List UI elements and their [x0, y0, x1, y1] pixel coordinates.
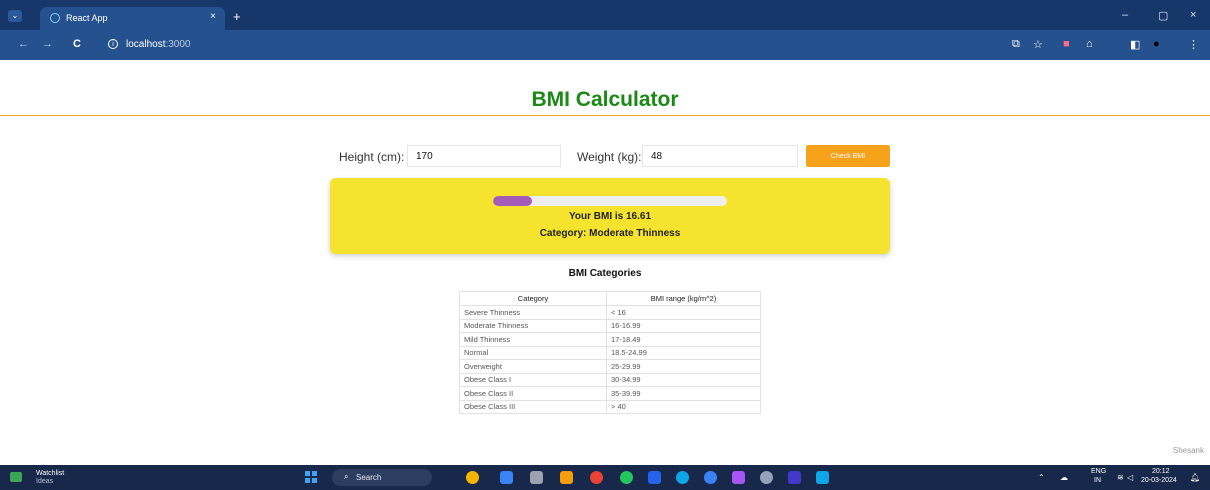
tab-close-icon[interactable]: ×: [210, 11, 216, 22]
table-cell-range: 35-39.99: [606, 386, 761, 401]
chrome-app-icon[interactable]: [590, 471, 603, 484]
volume-icon[interactable]: ◁: [1127, 473, 1133, 482]
reload-button[interactable]: C: [73, 38, 81, 50]
taskbar-search-label: Search: [356, 473, 382, 482]
table-cell-range: < 16: [606, 305, 761, 320]
table-cell-category: Moderate Thinness: [459, 318, 607, 333]
premiere-pro-icon[interactable]: [788, 471, 801, 484]
vscode-app-icon[interactable]: [816, 471, 829, 484]
edge-app-icon[interactable]: [676, 471, 689, 484]
language-region: IN: [1094, 477, 1101, 484]
tab-search-icon[interactable]: ⌄: [8, 10, 22, 22]
chat-app-icon[interactable]: [620, 471, 633, 484]
store-app-icon[interactable]: [648, 471, 661, 484]
bmi-categories-table: Category BMI range (kg/m^2) Severe Thinn…: [459, 291, 761, 414]
table-cell-range: > 40: [606, 399, 761, 414]
side-panel-icon[interactable]: ◧: [1130, 38, 1140, 51]
page-title: BMI Calculator: [531, 88, 679, 111]
taskbar-search[interactable]: ⌕ Search: [332, 469, 432, 486]
back-button[interactable]: ←: [18, 38, 29, 50]
table-cell-range: 18.5-24.99: [606, 345, 761, 360]
react-favicon-icon: [50, 13, 60, 23]
table-cell-range: 17-18.49: [606, 332, 761, 347]
task-view-icon[interactable]: [530, 471, 543, 484]
table-row: Mild Thinness 17-18.49: [459, 332, 761, 347]
table-row: Overweight 25-29.99: [459, 359, 761, 374]
table-cell-range: 25-29.99: [606, 359, 761, 374]
table-cell-category: Obese Class III: [459, 399, 607, 414]
bookmark-star-icon[interactable]: ☆: [1033, 38, 1043, 51]
table-cell-category: Mild Thinness: [459, 332, 607, 347]
clock-time[interactable]: 20:12: [1152, 468, 1170, 475]
watchlist-subtitle: Ideas: [36, 478, 54, 485]
height-label: Height (cm):: [339, 150, 405, 164]
minimize-button[interactable]: –: [1122, 9, 1128, 21]
bmi-result-card: Your BMI is 16.61 Category: Moderate Thi…: [330, 178, 890, 254]
extension-icon[interactable]: ■: [1063, 38, 1070, 50]
new-tab-button[interactable]: +: [233, 9, 241, 24]
table-header-range: BMI range (kg/m^2): [606, 291, 761, 306]
bmi-progress-bar: [493, 196, 727, 206]
table-header-category: Category: [459, 291, 607, 306]
copilot-app-icon[interactable]: [500, 471, 513, 484]
notification-bell-icon[interactable]: 🔔︎: [1190, 473, 1200, 482]
watchlist-widget-icon[interactable]: [10, 472, 22, 482]
categories-heading: BMI Categories: [568, 268, 642, 279]
table-cell-category: Normal: [459, 345, 607, 360]
table-row: Obese Class I 30-34.99: [459, 372, 761, 387]
table-row: Obese Class III > 40: [459, 399, 761, 414]
browser-tabstrip: ⌄ React App × + – ▢ ×: [0, 0, 1210, 30]
close-window-button[interactable]: ×: [1190, 9, 1196, 21]
table-row: Obese Class II 35-39.99: [459, 386, 761, 401]
weather-app-icon[interactable]: [466, 471, 479, 484]
windows-start-icon[interactable]: [305, 471, 317, 483]
table-cell-category: Overweight: [459, 359, 607, 374]
weight-input[interactable]: [642, 145, 798, 167]
url-host: localhost: [126, 39, 166, 50]
windows-taskbar: Watchlist Ideas ⌕ Search ⌃ ☁ ENG IN ≋ ◁ …: [0, 465, 1210, 490]
wifi-icon[interactable]: ≋: [1117, 473, 1124, 482]
browser-tab[interactable]: React App ×: [40, 7, 225, 30]
weight-label: Weight (kg):: [577, 150, 642, 164]
table-row: Normal 18.5-24.99: [459, 345, 761, 360]
table-row: Moderate Thinness 16-16.99: [459, 318, 761, 333]
profile-app-icon[interactable]: [704, 471, 717, 484]
table-cell-range: 30-34.99: [606, 372, 761, 387]
bmi-progress-fill: [493, 196, 532, 206]
bmi-value-text: Your BMI is 16.61: [568, 211, 652, 222]
table-cell-range: 16-16.99: [606, 318, 761, 333]
language-indicator[interactable]: ENG: [1091, 468, 1106, 475]
height-input[interactable]: [407, 145, 561, 167]
table-cell-category: Obese Class II: [459, 386, 607, 401]
site-info-icon[interactable]: i: [108, 39, 118, 49]
file-explorer-icon[interactable]: [560, 471, 573, 484]
visual-studio-icon[interactable]: [732, 471, 745, 484]
browser-menu-icon[interactable]: ⋮: [1188, 38, 1199, 51]
tab-title: React App: [66, 13, 108, 23]
address-url: localhost:3000: [126, 39, 191, 50]
author-signature: Shesank: [1172, 446, 1204, 455]
profile-avatar-icon[interactable]: ●: [1153, 38, 1160, 50]
search-icon: ⌕: [344, 472, 349, 481]
restore-button[interactable]: ▢: [1158, 9, 1168, 22]
settings-app-icon[interactable]: [760, 471, 773, 484]
cast-icon[interactable]: ⧉: [1012, 38, 1020, 51]
table-header-row: Category BMI range (kg/m^2): [459, 291, 761, 306]
extensions-puzzle-icon[interactable]: ⌂: [1086, 38, 1093, 50]
table-cell-category: Severe Thinness: [459, 305, 607, 320]
watchlist-title[interactable]: Watchlist: [36, 470, 64, 477]
table-cell-category: Obese Class I: [459, 372, 607, 387]
title-divider: [0, 115, 1210, 116]
table-row: Severe Thinness < 16: [459, 305, 761, 320]
cloud-icon[interactable]: ☁: [1060, 473, 1068, 482]
clock-date: 20-03-2024: [1141, 477, 1177, 484]
url-port: :3000: [165, 39, 191, 50]
forward-button[interactable]: →: [42, 38, 53, 50]
browser-toolbar: ← → C i localhost:3000 ⧉ ☆ ■ ⌂ ◧ ● ⋮: [0, 30, 1210, 60]
tray-expand-icon[interactable]: ⌃: [1038, 473, 1045, 482]
bmi-category-text: Category: Moderate Thinness: [539, 228, 681, 239]
check-bmi-button[interactable]: Check BMI: [806, 145, 890, 167]
address-bar[interactable]: i localhost:3000: [100, 35, 1000, 55]
